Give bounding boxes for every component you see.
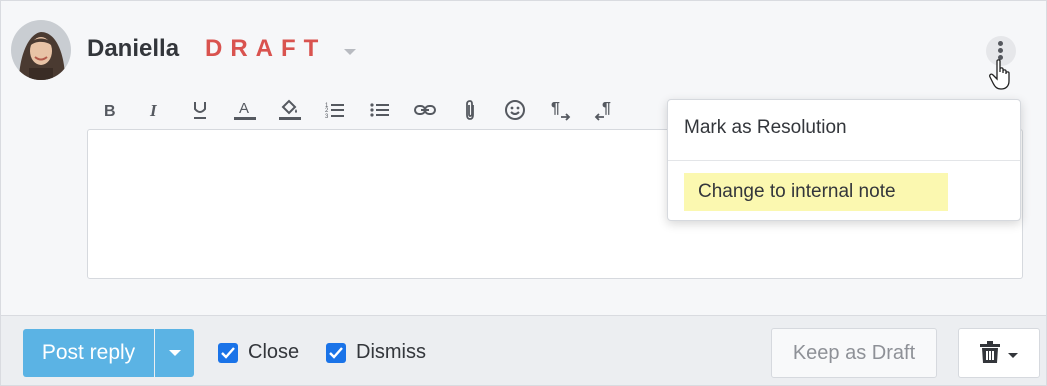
svg-text:¶: ¶ xyxy=(551,100,560,117)
attachment-icon[interactable] xyxy=(447,94,492,126)
svg-text:¶: ¶ xyxy=(602,100,611,117)
checkmark-icon xyxy=(329,347,343,359)
close-checkbox[interactable] xyxy=(218,343,238,363)
ltr-direction-icon[interactable]: ¶ xyxy=(537,94,582,126)
dismiss-label: Dismiss xyxy=(356,341,426,363)
menu-item-change-internal-note[interactable]: Change to internal note xyxy=(684,173,948,211)
delete-button[interactable] xyxy=(958,328,1040,378)
chevron-down-icon xyxy=(1008,353,1018,358)
bold-icon[interactable]: B xyxy=(87,94,132,126)
draft-status: DRAFT xyxy=(205,35,327,62)
text-color-icon[interactable]: A xyxy=(222,94,267,126)
svg-text:3: 3 xyxy=(325,114,329,119)
chevron-down-icon xyxy=(169,350,181,356)
post-reply-options-button[interactable] xyxy=(155,329,194,377)
reply-composer: Daniella DRAFT B I A 123 ¶ ¶ Mark as Res… xyxy=(0,0,1047,386)
avatar xyxy=(11,20,71,80)
link-icon[interactable] xyxy=(402,94,447,126)
composer-footer: Post reply Close Dismiss Keep as Draft xyxy=(1,315,1046,385)
menu-item-mark-resolution[interactable]: Mark as Resolution xyxy=(684,117,847,139)
bulleted-list-icon[interactable] xyxy=(357,94,402,126)
underline-icon[interactable] xyxy=(177,94,222,126)
keep-as-draft-button[interactable]: Keep as Draft xyxy=(771,328,937,378)
svg-text:B: B xyxy=(104,103,116,119)
close-label: Close xyxy=(248,341,300,363)
trash-icon xyxy=(980,341,1000,363)
rtl-direction-icon[interactable]: ¶ xyxy=(582,94,627,126)
emoji-icon[interactable] xyxy=(492,94,537,126)
menu-divider xyxy=(668,160,1020,161)
more-dot-icon xyxy=(998,48,1003,53)
dismiss-checkbox[interactable] xyxy=(326,343,346,363)
italic-icon[interactable]: I xyxy=(132,94,177,126)
author-name: Daniella xyxy=(87,35,180,62)
checkmark-icon xyxy=(221,347,235,359)
formatting-toolbar: B I A 123 ¶ ¶ xyxy=(87,93,635,127)
svg-text:I: I xyxy=(149,101,158,119)
composer-header: Daniella DRAFT xyxy=(1,1,1046,97)
status-dropdown-caret-icon[interactable] xyxy=(344,49,356,55)
svg-text:A: A xyxy=(239,100,249,117)
more-options-menu: Mark as Resolution Change to internal no… xyxy=(667,99,1021,221)
more-dot-icon xyxy=(998,41,1003,46)
hand-cursor-icon xyxy=(989,59,1010,90)
post-reply-button[interactable]: Post reply xyxy=(23,329,154,377)
highlight-color-icon[interactable] xyxy=(267,94,312,126)
numbered-list-icon[interactable]: 123 xyxy=(312,94,357,126)
